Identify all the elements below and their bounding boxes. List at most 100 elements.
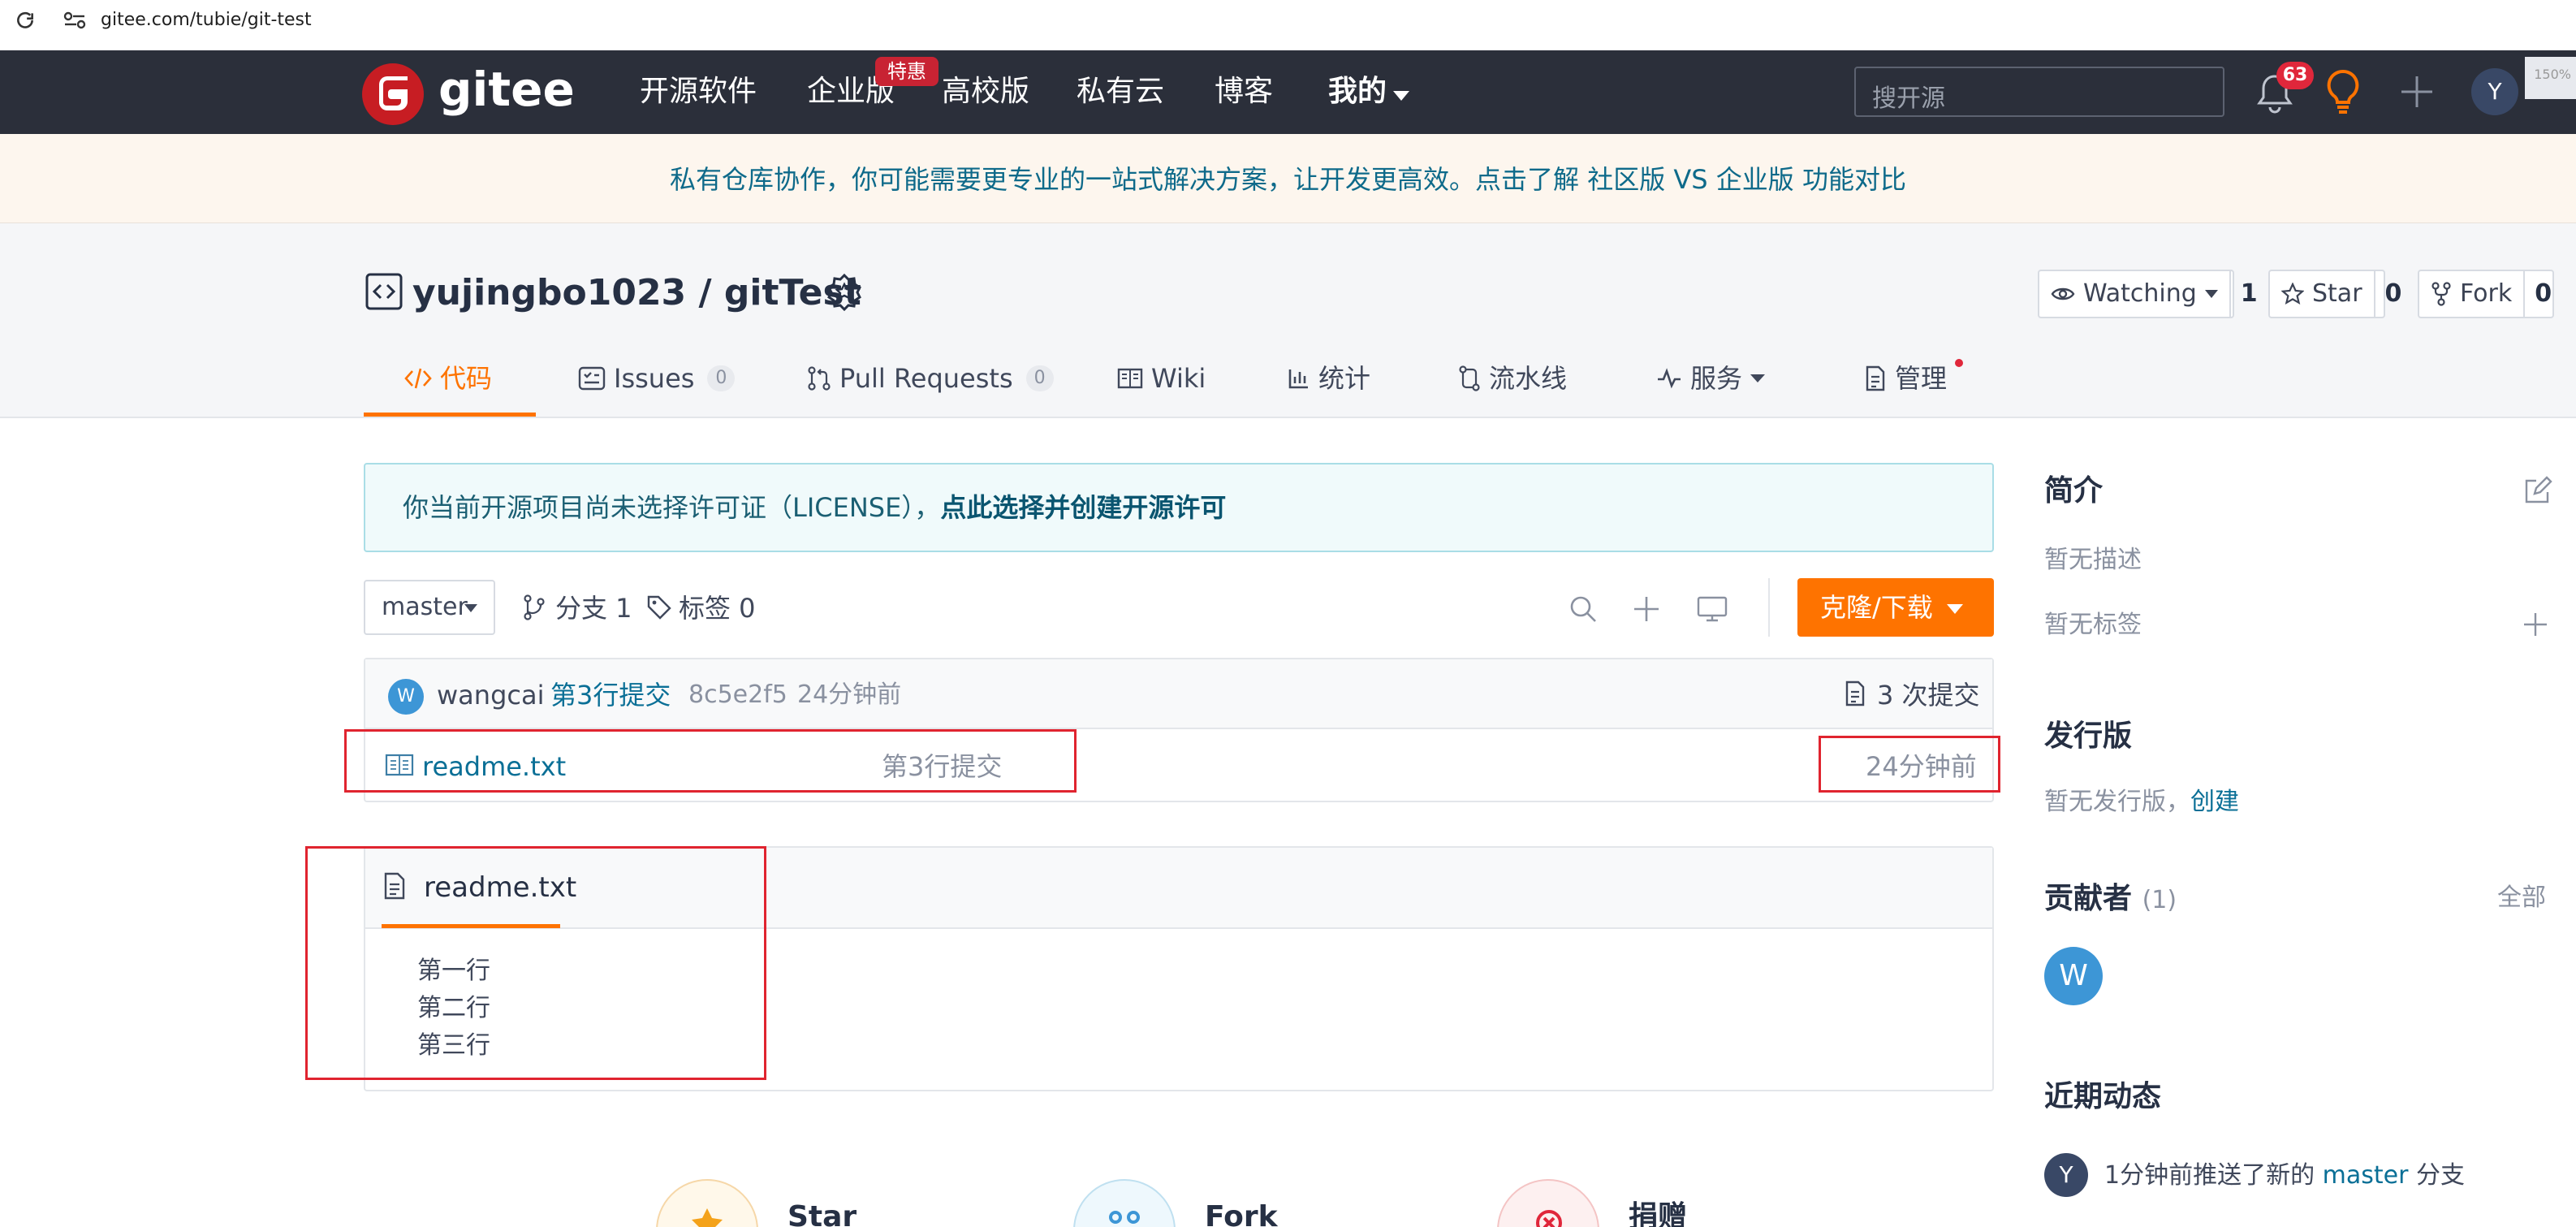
- nav-link-blog[interactable]: 博客: [1215, 71, 1273, 112]
- search-icon[interactable]: [1568, 594, 1598, 624]
- activity-text: 1分钟前推送了新的: [2104, 1161, 2323, 1190]
- commit-hash[interactable]: 8c5e2f5: [688, 676, 787, 715]
- gitee-logo-icon[interactable]: [362, 63, 424, 125]
- no-release-text: 暂无发行版，: [2044, 788, 2190, 816]
- lightbulb-icon[interactable]: [2325, 68, 2361, 115]
- search-input[interactable]: 搜开源: [1854, 67, 2224, 117]
- release-heading: 发行版: [2044, 719, 2133, 753]
- highlight-box-file: [344, 729, 1077, 793]
- activity-avatar[interactable]: Y: [2044, 1153, 2088, 1197]
- clone-label: 克隆/下载: [1820, 592, 1933, 623]
- no-tags: 暂无标签: [2044, 611, 2142, 639]
- tab-manage-label: 管理: [1895, 363, 1948, 394]
- tag-count[interactable]: 标签 0: [679, 590, 756, 627]
- tab-services-label: 服务: [1690, 363, 1743, 394]
- plus-icon[interactable]: [2400, 75, 2434, 109]
- tab-code[interactable]: 代码: [404, 354, 492, 403]
- commit-message[interactable]: 第3行提交: [550, 676, 671, 715]
- tab-stats[interactable]: 统计: [1288, 354, 1370, 403]
- notification-count-badge: 63: [2276, 62, 2314, 89]
- activity-branch-link[interactable]: master: [2323, 1161, 2409, 1190]
- toolbar-divider: [1768, 578, 1770, 637]
- issues-count: 0: [707, 365, 736, 391]
- tab-services[interactable]: 服务: [1656, 354, 1766, 403]
- add-file-icon[interactable]: [1632, 594, 1661, 624]
- active-tab-indicator: [364, 413, 536, 417]
- release-info: 暂无发行版，创建: [2044, 784, 2239, 820]
- fork-label: Fork: [2460, 279, 2513, 308]
- branch-name: master: [382, 593, 468, 621]
- star-icon: [2281, 283, 2304, 305]
- repo-code-icon: [365, 273, 403, 310]
- pipeline-icon: [1459, 365, 1480, 391]
- tab-code-label: 代码: [440, 363, 493, 394]
- fork-icon: [2431, 282, 2451, 306]
- issues-icon: [578, 366, 606, 391]
- license-create-link[interactable]: 点此选择并创建开源许可: [940, 492, 1226, 523]
- edit-icon[interactable]: [2523, 476, 2552, 505]
- fork-count[interactable]: 0: [2523, 271, 2561, 317]
- zoom-level[interactable]: 150%: [2525, 57, 2576, 99]
- add-tag-icon[interactable]: [2523, 612, 2548, 637]
- star-action-label[interactable]: Star: [787, 1197, 857, 1227]
- address-bar-url[interactable]: gitee.com/tubie/git-test: [101, 8, 312, 32]
- search-placeholder: 搜开源: [1872, 84, 1945, 113]
- watch-label: Watching: [2083, 279, 2197, 308]
- contributors-title: 贡献者: [2044, 882, 2133, 915]
- code-icon: [404, 368, 432, 389]
- pull-request-icon: [808, 366, 831, 391]
- tab-wiki-label: Wiki: [1151, 363, 1206, 394]
- browser-toolbar: [0, 0, 2576, 42]
- gitee-logo-text[interactable]: gitee: [438, 57, 575, 122]
- clone-download-button[interactable]: 克隆/下载: [1797, 578, 1994, 637]
- pulse-icon: [1658, 368, 1681, 389]
- commit-author-avatar[interactable]: W: [388, 679, 424, 715]
- intro-heading: 简介: [2044, 474, 2104, 508]
- bar-chart-icon: [1288, 369, 1308, 389]
- reload-icon[interactable]: [15, 10, 36, 31]
- star-count[interactable]: 0: [2373, 271, 2412, 317]
- star-icon: [692, 1208, 723, 1227]
- manage-notice-dot: [1955, 359, 1963, 367]
- tab-issues[interactable]: Issues 0: [578, 354, 736, 403]
- tab-pulls-label: Pull Requests: [839, 363, 1013, 394]
- nav-link-education[interactable]: 高校版: [942, 71, 1029, 112]
- watch-count[interactable]: 1: [2229, 271, 2267, 317]
- tab-pull-requests[interactable]: Pull Requests 0: [807, 354, 1054, 403]
- repo-title[interactable]: yujingbo1023 / gitTest: [412, 267, 861, 319]
- highlight-box-readme: [305, 846, 766, 1080]
- nav-link-open-source[interactable]: 开源软件: [640, 71, 757, 112]
- fork-button[interactable]: Fork 0: [2418, 270, 2554, 318]
- tab-issues-label: Issues: [614, 363, 695, 394]
- chevron-down-icon: [1393, 91, 1409, 101]
- tab-wiki[interactable]: Wiki: [1117, 354, 1206, 403]
- highlight-box-time: [1819, 736, 2000, 793]
- user-avatar[interactable]: Y: [2471, 68, 2518, 115]
- contributors-all-link[interactable]: 全部: [2497, 880, 2546, 916]
- branch-count[interactable]: 分支 1: [555, 590, 632, 627]
- tab-manage[interactable]: 管理: [1864, 354, 1947, 403]
- web-ide-icon[interactable]: [1697, 596, 1728, 622]
- donate-action-label[interactable]: 捐赠: [1629, 1197, 1687, 1227]
- branch-icon: [524, 594, 545, 620]
- commit-author[interactable]: wangcai: [437, 676, 544, 715]
- tag-icon: [647, 595, 671, 620]
- watch-button[interactable]: Watching 1: [2038, 270, 2258, 318]
- tab-pipeline[interactable]: 流水线: [1458, 354, 1567, 403]
- tab-pipeline-label: 流水线: [1489, 363, 1568, 394]
- license-text: 你当前开源项目尚未选择许可证（LICENSE），: [403, 492, 941, 523]
- site-settings-icon[interactable]: [63, 10, 86, 31]
- fork-action-label[interactable]: Fork: [1205, 1197, 1278, 1227]
- commits-history-icon: [1845, 680, 1865, 706]
- promo-banner-text[interactable]: 私有仓库协作，你可能需要更专业的一站式解决方案，让开发更高效。点击了解 社区版 …: [0, 159, 2576, 200]
- contributor-avatar[interactable]: W: [2044, 947, 2103, 1005]
- commit-count[interactable]: 3 次提交: [1877, 676, 1980, 715]
- nav-link-private-cloud[interactable]: 私有云: [1077, 71, 1164, 112]
- star-button[interactable]: Star 0: [2268, 270, 2401, 318]
- tab-stats-label: 统计: [1318, 363, 1371, 394]
- chevron-down-icon: [464, 604, 477, 612]
- donate-icon: [1536, 1210, 1562, 1227]
- nav-link-mine[interactable]: 我的: [1328, 71, 1387, 112]
- create-release-link[interactable]: 创建: [2190, 788, 2239, 816]
- fork-icon: [1109, 1211, 1140, 1224]
